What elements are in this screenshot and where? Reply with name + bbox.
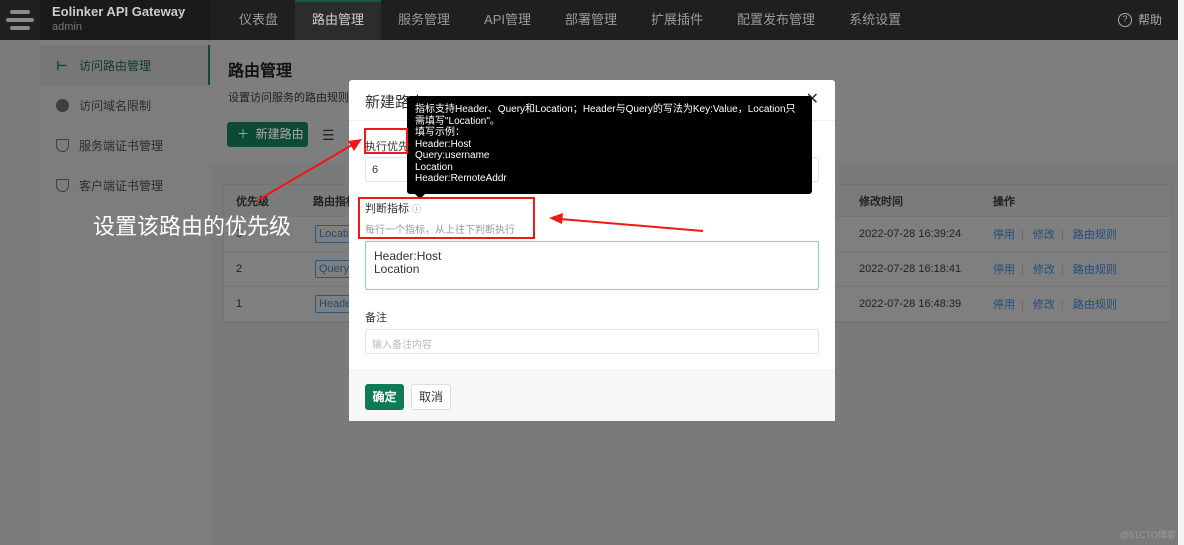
- arrow-line-priority: [257, 144, 353, 201]
- arrow-line-indicator: [559, 218, 704, 232]
- annotation-arrows: [257, 139, 704, 232]
- watermark: @51CTO博客: [1120, 530, 1176, 540]
- arrow-head-indicator: [549, 213, 563, 224]
